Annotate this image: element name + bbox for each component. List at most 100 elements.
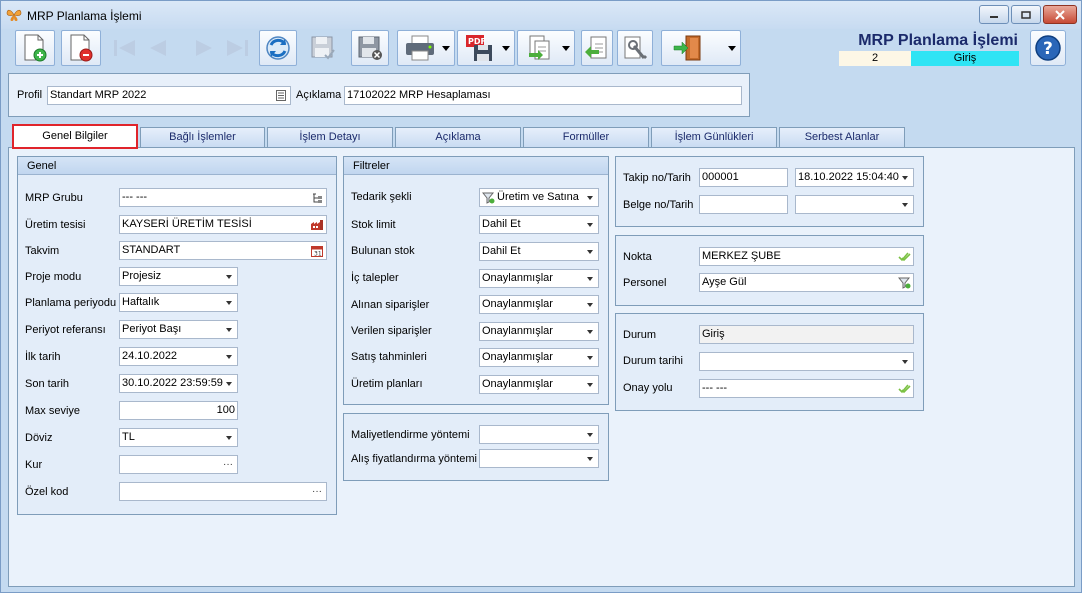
double-check-icon[interactable] [897,381,911,396]
tab-islem-detayi[interactable]: İşlem Detayı [267,127,393,147]
chevron-down-icon [226,355,232,359]
save-and-close-button[interactable] [351,30,389,66]
ellipsis-icon[interactable]: ··· [312,483,322,500]
tab-genel-bilgiler[interactable]: Genel Bilgiler [12,124,138,149]
previous-record-button[interactable] [141,30,175,66]
description-field[interactable]: 17102022 MRP Hesaplaması [344,86,742,105]
max-level-label: Max seviye [25,405,81,417]
previous-icon [150,40,166,56]
special-code-label: Özel kod [25,486,69,498]
print-button[interactable] [397,30,455,66]
costing-method-label: Maliyetlendirme yöntemi [351,429,470,441]
minimize-button[interactable] [979,5,1009,24]
double-check-icon[interactable] [897,249,911,264]
period-reference-select[interactable]: Periyot Başı [119,320,238,339]
supply-type-label: Tedarik şekli [351,191,412,203]
mrp-group-field[interactable]: --- --- [119,188,327,207]
currency-value: TL [122,431,135,443]
calendar-field[interactable]: STANDART 31 [119,241,327,260]
received-orders-select[interactable]: Onaylanmışlar [479,295,599,314]
chevron-down-icon [587,383,593,387]
given-orders-select[interactable]: Onaylanmışlar [479,322,599,341]
last-record-button[interactable] [221,30,255,66]
maximize-button[interactable] [1011,5,1041,24]
production-plans-select[interactable]: Onaylanmışlar [479,375,599,394]
factory-icon[interactable] [310,217,324,232]
close-button[interactable] [1043,5,1077,24]
given-orders-value: Onaylanmışlar [482,325,553,337]
status-label: Durum [623,329,657,341]
status-field: Giriş [699,325,914,344]
next-record-button[interactable] [187,30,221,66]
transfer-dropdown-icon [562,46,570,51]
tab-serbest-alanlar[interactable]: Serbest Alanlar [779,127,905,147]
approval-path-field[interactable]: --- --- [699,379,914,398]
chevron-down-icon [902,360,908,364]
refresh-button[interactable] [259,30,297,66]
list-picker-icon[interactable] [274,88,288,103]
production-facility-field[interactable]: KAYSERİ ÜRETİM TESİSİ [119,215,327,234]
end-date-picker[interactable]: 30.10.2022 23:59:59 [119,374,238,393]
tab-islem-gunlukleri[interactable]: İşlem Günlükleri [651,127,777,147]
butterfly-app-icon [6,9,22,21]
exchange-rate-input[interactable]: ··· [119,455,238,474]
page-title: MRP Planlama İşlemi [858,32,1018,49]
save-button[interactable] [305,30,341,66]
calendar-icon[interactable]: 31 [310,243,324,258]
tab-bagli-islemler[interactable]: Bağlı İşlemler [140,127,265,147]
project-mode-select[interactable]: Projesiz [119,267,238,286]
tab-aciklama[interactable]: Açıklama [395,127,521,147]
profile-field[interactable]: Standart MRP 2022 [47,86,291,105]
delete-record-button[interactable] [61,30,101,66]
title-bar: MRP Planlama İşlemi [1,1,1081,29]
status-date-picker[interactable] [699,352,914,371]
import-button[interactable] [581,30,613,66]
approval-path-value: --- --- [702,382,728,394]
max-level-input[interactable]: 100 [119,401,238,420]
status-date-label: Durum tarihi [623,355,683,367]
personnel-label: Personel [623,277,667,289]
special-code-input[interactable]: ··· [119,482,327,501]
document-date-picker[interactable] [795,195,914,214]
planning-period-select[interactable]: Haftalık [119,293,238,312]
help-button[interactable]: ? [1030,30,1066,66]
chevron-down-icon [587,356,593,360]
tracking-no-input[interactable]: 000001 [699,168,788,187]
production-facility-value: KAYSERİ ÜRETİM TESİSİ [122,218,252,230]
profile-panel: Profil Standart MRP 2022 Açıklama 171020… [8,73,750,117]
personnel-field[interactable]: Ayşe Gül [699,273,914,292]
currency-select[interactable]: TL [119,428,238,447]
status-value: Giriş [702,328,725,340]
transfer-button[interactable] [517,30,575,66]
found-stock-select[interactable]: Dahil Et [479,242,599,261]
stock-limit-select[interactable]: Dahil Et [479,215,599,234]
ellipsis-icon[interactable]: ··· [223,456,233,473]
exit-button[interactable] [661,30,741,66]
supply-type-value: Üretim ve Satına [497,191,579,203]
first-record-button[interactable] [107,30,141,66]
internal-demands-select[interactable]: Onaylanmışlar [479,269,599,288]
filter-icon[interactable] [897,275,911,290]
genel-group-title: Genel [18,157,336,175]
costing-method-select[interactable] [479,425,599,444]
document-transfer-icon [529,35,550,60]
tab-formuller[interactable]: Formüller [523,127,649,147]
tracking-date-picker[interactable]: 18.10.2022 15:04:40 [795,168,914,187]
sales-forecasts-select[interactable]: Onaylanmışlar [479,348,599,367]
purchase-pricing-method-label: Alış fiyatlandırma yöntemi [351,453,477,465]
chevron-down-icon [587,433,593,437]
chevron-down-icon [226,328,232,332]
new-record-button[interactable] [15,30,55,66]
description-label: Açıklama [296,89,342,101]
document-back-icon [585,36,607,59]
purchase-pricing-method-select[interactable] [479,449,599,468]
supply-type-select[interactable]: Üretim ve Satına [479,188,599,207]
filtreler-group-title: Filtreler [344,157,608,175]
document-no-input[interactable] [699,195,788,214]
tree-picker-icon[interactable] [310,190,324,205]
export-pdf-button[interactable]: PDF [457,30,515,66]
chevron-down-icon [587,223,593,227]
branch-field[interactable]: MERKEZ ŞUBE [699,247,914,266]
settings-button[interactable] [617,30,653,66]
start-date-picker[interactable]: 24.10.2022 [119,347,238,366]
